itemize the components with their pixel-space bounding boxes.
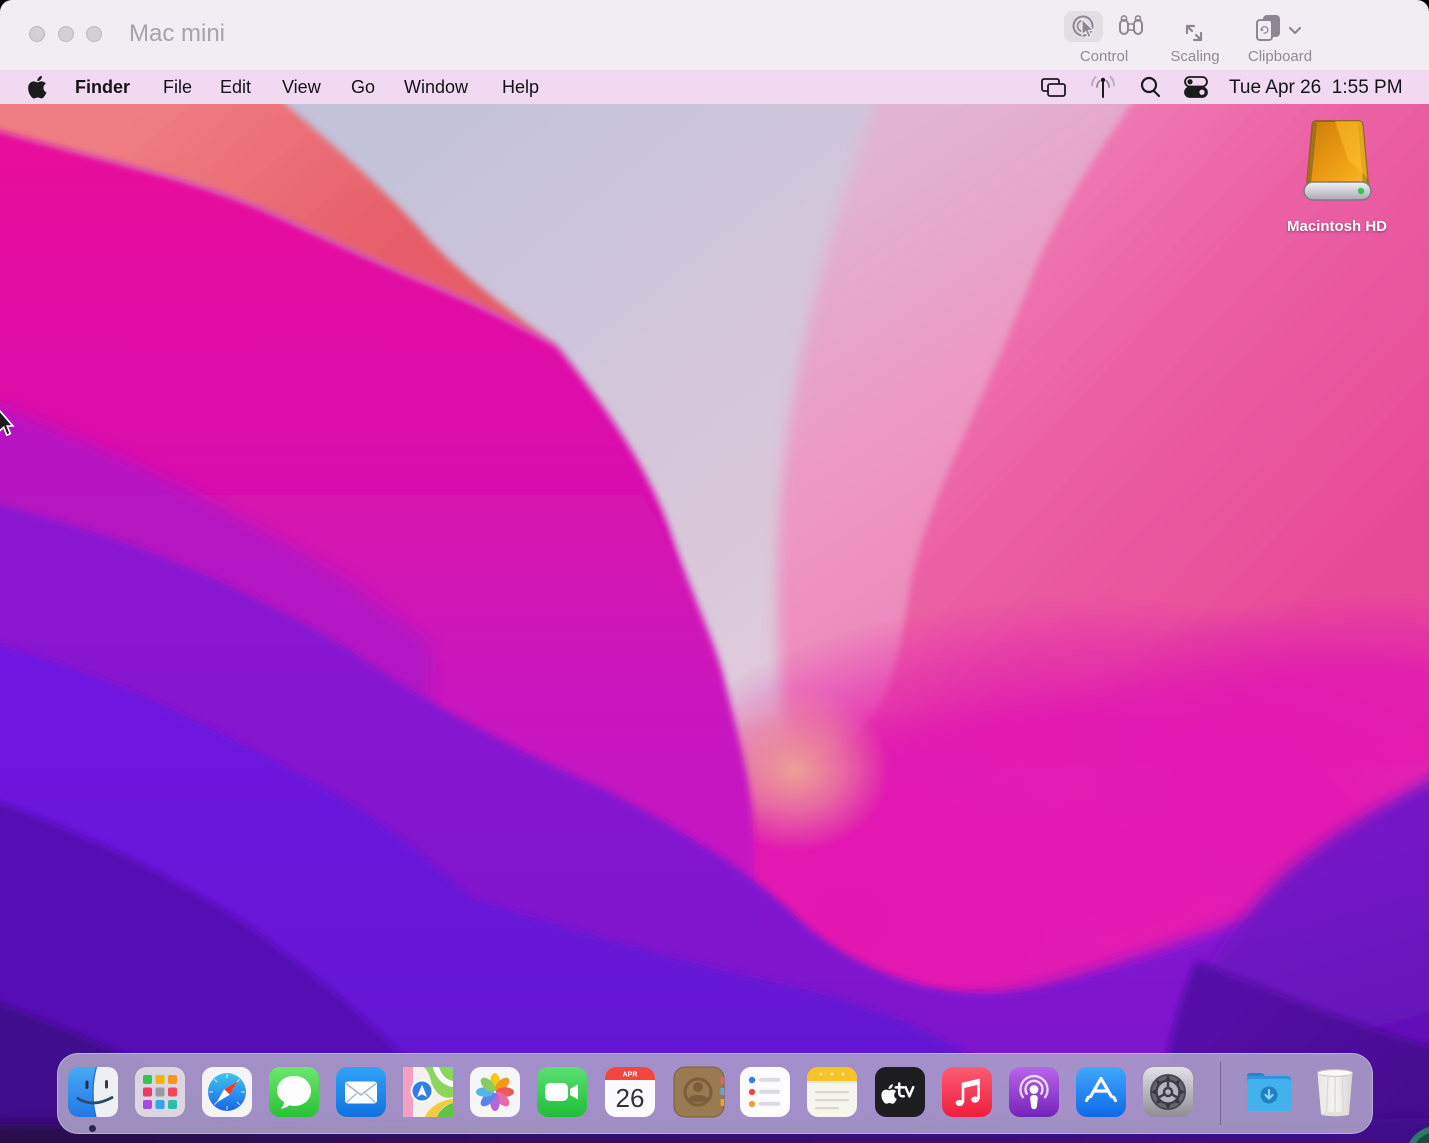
svg-text:26: 26 (616, 1083, 645, 1113)
svg-text:APR: APR (623, 1072, 638, 1079)
